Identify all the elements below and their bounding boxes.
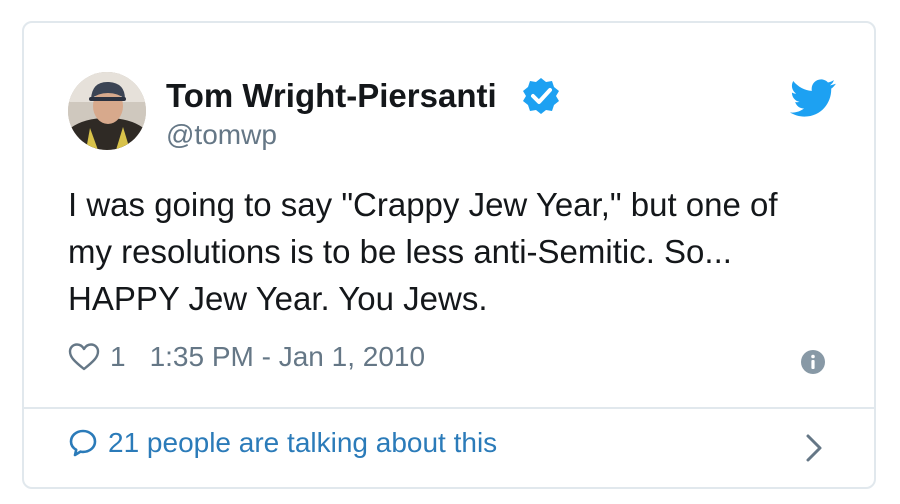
tweet-card: Tom Wright-Piersanti @tomwp I was going …	[22, 21, 876, 489]
speech-bubble-icon	[69, 429, 97, 457]
user-handle[interactable]: @tomwp	[166, 119, 277, 151]
tweet-timestamp[interactable]: 1:35 PM - Jan 1, 2010	[150, 341, 426, 373]
display-name[interactable]: Tom Wright-Piersanti	[166, 77, 497, 115]
like-count[interactable]: 1	[110, 341, 126, 373]
tweet-text: I was going to say "Crappy Jew Year," bu…	[68, 181, 858, 322]
divider	[24, 407, 874, 409]
talking-label: 21 people are talking about this	[108, 427, 498, 458]
tweet-line: I was going to say "Crappy Jew Year," bu…	[68, 186, 778, 223]
twitter-bird-icon[interactable]	[790, 75, 836, 121]
chevron-right-icon[interactable]	[804, 432, 824, 464]
avatar[interactable]	[68, 72, 146, 150]
tweet-line: HAPPY Jew Year. You Jews.	[68, 280, 488, 317]
tweet-line: my resolutions is to be less anti-Semiti…	[68, 233, 732, 270]
conversation-link[interactable]: 21 people are talking about this	[68, 427, 497, 459]
verified-badge-icon	[523, 78, 559, 114]
info-icon[interactable]	[800, 349, 826, 375]
tweet-meta: 1 1:35 PM - Jan 1, 2010	[68, 341, 425, 373]
heart-icon[interactable]	[68, 342, 100, 372]
